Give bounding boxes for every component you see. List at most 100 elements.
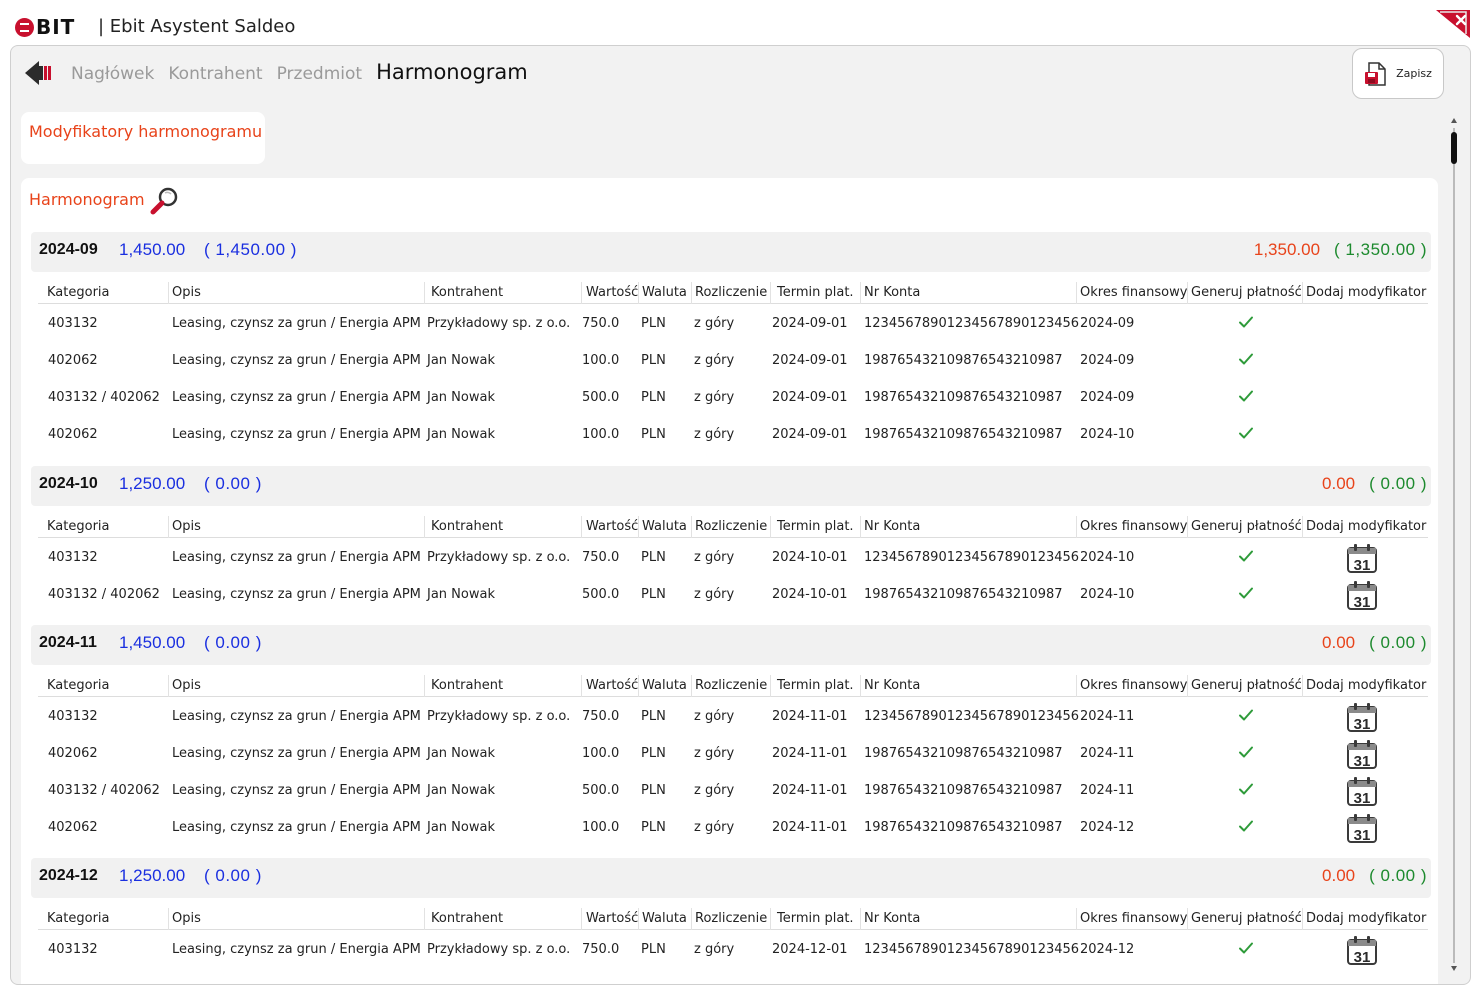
col-kontrahent[interactable]: Kontrahent: [431, 285, 503, 300]
column-separator[interactable]: [860, 282, 861, 304]
col-okres[interactable]: Okres finansowy: [1080, 911, 1187, 926]
column-separator[interactable]: [168, 908, 169, 930]
column-separator[interactable]: [168, 675, 169, 697]
column-separator[interactable]: [1302, 908, 1303, 930]
column-separator[interactable]: [691, 282, 692, 304]
column-separator[interactable]: [1302, 516, 1303, 538]
col-nr-konta[interactable]: Nr Konta: [864, 285, 920, 300]
column-separator[interactable]: [638, 908, 639, 930]
col-generuj[interactable]: Generuj płatność: [1191, 285, 1302, 300]
col-waluta[interactable]: Waluta: [642, 285, 687, 300]
scroll-down-arrow[interactable]: [1451, 966, 1457, 971]
column-separator[interactable]: [770, 675, 771, 697]
scroll-track[interactable]: [1453, 128, 1455, 963]
col-kontrahent[interactable]: Kontrahent: [431, 519, 503, 534]
column-separator[interactable]: [168, 282, 169, 304]
column-separator[interactable]: [1302, 675, 1303, 697]
col-wartosc[interactable]: Wartość: [586, 285, 638, 300]
col-generuj[interactable]: Generuj płatność: [1191, 519, 1302, 534]
column-separator[interactable]: [1187, 908, 1188, 930]
checkmark-icon[interactable]: [1238, 818, 1254, 834]
col-okres[interactable]: Okres finansowy: [1080, 519, 1187, 534]
column-separator[interactable]: [168, 516, 169, 538]
col-kategoria[interactable]: Kategoria: [47, 519, 110, 534]
col-opis[interactable]: Opis: [172, 519, 201, 534]
col-kontrahent[interactable]: Kontrahent: [431, 678, 503, 693]
col-wartosc[interactable]: Wartość: [586, 911, 638, 926]
table-row[interactable]: 402062 Leasing, czynsz za grun / Energia …: [38, 810, 1428, 847]
save-button[interactable]: Zapisz: [1352, 48, 1444, 99]
col-waluta[interactable]: Waluta: [642, 519, 687, 534]
col-rozliczenie[interactable]: Rozliczenie: [695, 285, 767, 300]
column-separator[interactable]: [424, 282, 425, 304]
column-separator[interactable]: [691, 675, 692, 697]
column-separator[interactable]: [1302, 282, 1303, 304]
column-separator[interactable]: [770, 516, 771, 538]
tab-harmonogram[interactable]: Harmonogram: [376, 60, 528, 84]
col-nr-konta[interactable]: Nr Konta: [864, 519, 920, 534]
checkmark-icon[interactable]: [1238, 425, 1254, 441]
col-nr-konta[interactable]: Nr Konta: [864, 678, 920, 693]
calendar-31-icon[interactable]: 31: [1346, 702, 1378, 733]
col-generuj[interactable]: Generuj płatność: [1191, 678, 1302, 693]
col-termin[interactable]: Termin plat.: [777, 285, 854, 300]
calendar-31-icon[interactable]: 31: [1346, 776, 1378, 807]
table-row[interactable]: 403132 / 402062 Leasing, czynsz za grun /…: [38, 380, 1428, 417]
col-kategoria[interactable]: Kategoria: [47, 285, 110, 300]
calendar-31-icon[interactable]: 31: [1346, 543, 1378, 574]
calendar-31-icon[interactable]: 31: [1346, 580, 1378, 611]
table-row[interactable]: 403132 Leasing, czynsz za grun / Energia …: [38, 932, 1428, 969]
vertical-scrollbar[interactable]: [1448, 118, 1460, 973]
col-kategoria[interactable]: Kategoria: [47, 911, 110, 926]
col-rozliczenie[interactable]: Rozliczenie: [695, 678, 767, 693]
table-row[interactable]: 402062 Leasing, czynsz za grun / Energia …: [38, 343, 1428, 380]
col-opis[interactable]: Opis: [172, 678, 201, 693]
column-separator[interactable]: [691, 516, 692, 538]
column-separator[interactable]: [638, 282, 639, 304]
checkmark-icon[interactable]: [1238, 940, 1254, 956]
table-row[interactable]: 402062 Leasing, czynsz za grun / Energia …: [38, 417, 1428, 454]
column-separator[interactable]: [860, 516, 861, 538]
table-row[interactable]: 403132 Leasing, czynsz za grun / Energia …: [38, 540, 1428, 577]
checkmark-icon[interactable]: [1238, 744, 1254, 760]
column-separator[interactable]: [691, 908, 692, 930]
checkmark-icon[interactable]: [1238, 585, 1254, 601]
column-separator[interactable]: [581, 516, 582, 538]
checkmark-icon[interactable]: [1238, 548, 1254, 564]
col-wartosc[interactable]: Wartość: [586, 678, 638, 693]
col-nr-konta[interactable]: Nr Konta: [864, 911, 920, 926]
column-separator[interactable]: [860, 675, 861, 697]
col-generuj[interactable]: Generuj płatność: [1191, 911, 1302, 926]
scroll-up-arrow[interactable]: [1451, 118, 1457, 123]
col-okres[interactable]: Okres finansowy: [1080, 285, 1187, 300]
column-separator[interactable]: [1076, 282, 1077, 304]
col-modyfikator[interactable]: Dodaj modyfikator: [1306, 911, 1426, 926]
column-separator[interactable]: [424, 908, 425, 930]
col-modyfikator[interactable]: Dodaj modyfikator: [1306, 519, 1426, 534]
column-separator[interactable]: [581, 675, 582, 697]
close-button[interactable]: [1436, 10, 1470, 38]
modifiers-title[interactable]: Modyfikatory harmonogramu: [29, 122, 262, 141]
col-modyfikator[interactable]: Dodaj modyfikator: [1306, 285, 1426, 300]
col-rozliczenie[interactable]: Rozliczenie: [695, 911, 767, 926]
search-button[interactable]: [149, 184, 181, 216]
column-separator[interactable]: [1076, 675, 1077, 697]
calendar-31-icon[interactable]: 31: [1346, 739, 1378, 770]
col-wartosc[interactable]: Wartość: [586, 519, 638, 534]
column-separator[interactable]: [638, 516, 639, 538]
col-kategoria[interactable]: Kategoria: [47, 678, 110, 693]
column-separator[interactable]: [424, 516, 425, 538]
column-separator[interactable]: [638, 675, 639, 697]
column-separator[interactable]: [581, 908, 582, 930]
column-separator[interactable]: [1076, 516, 1077, 538]
col-okres[interactable]: Okres finansowy: [1080, 678, 1187, 693]
checkmark-icon[interactable]: [1238, 707, 1254, 723]
column-separator[interactable]: [860, 908, 861, 930]
column-separator[interactable]: [1076, 908, 1077, 930]
column-separator[interactable]: [581, 282, 582, 304]
table-row[interactable]: 403132 Leasing, czynsz za grun / Energia …: [38, 306, 1428, 343]
table-row[interactable]: 403132 / 402062 Leasing, czynsz za grun /…: [38, 577, 1428, 614]
col-modyfikator[interactable]: Dodaj modyfikator: [1306, 678, 1426, 693]
col-termin[interactable]: Termin plat.: [777, 911, 854, 926]
tab-naglowek[interactable]: Nagłówek: [71, 64, 154, 84]
